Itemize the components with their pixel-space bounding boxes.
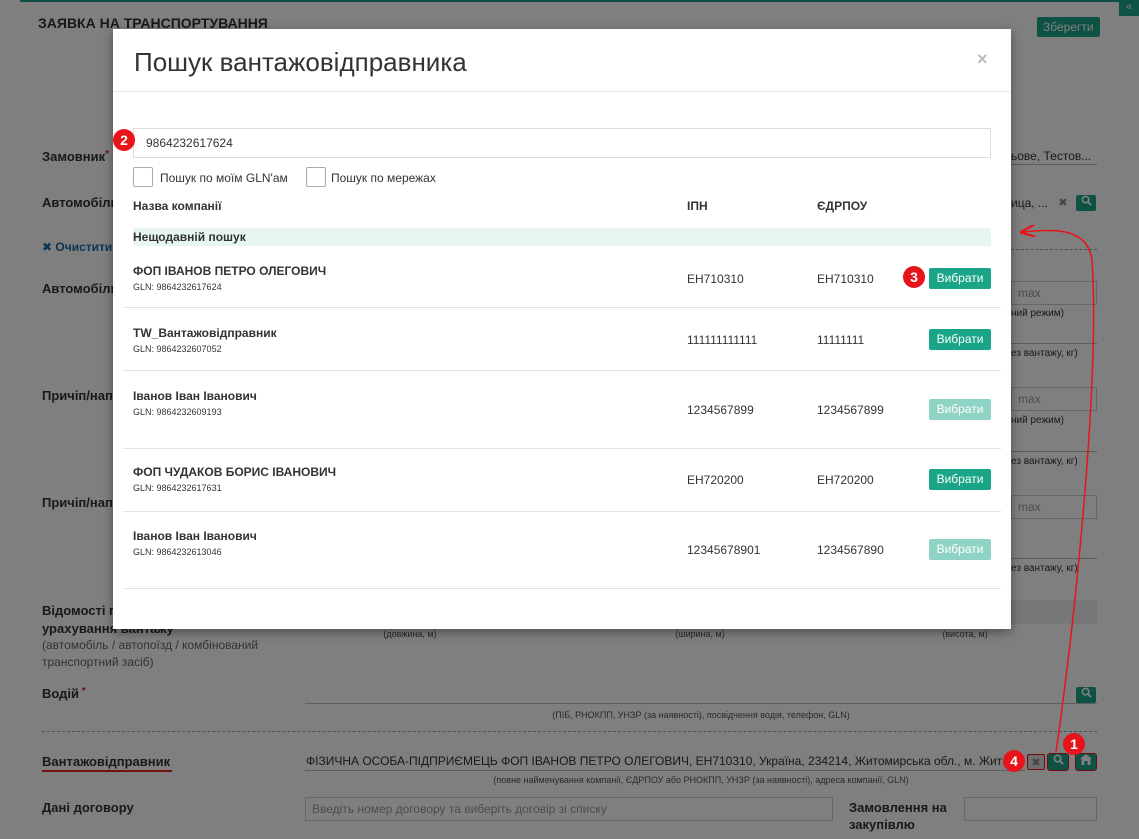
- choose-button[interactable]: Вибрати: [929, 268, 991, 289]
- company-gln: GLN: 9864232613046: [133, 547, 222, 557]
- column-header-company: Назва компанії: [133, 199, 222, 213]
- annotation-badge-2: 2: [113, 129, 135, 151]
- company-ipn: 111111111111: [687, 333, 758, 347]
- choose-button[interactable]: Вибрати: [929, 329, 991, 350]
- company-edrpou: 1234567890: [817, 543, 884, 557]
- result-row: ФОП ЧУДАКОВ БОРИС ІВАНОВИЧ GLN: 98642326…: [123, 449, 1001, 512]
- company-edrpou: ЕН710310: [817, 272, 874, 286]
- annotation-badge-1: 1: [1063, 733, 1085, 755]
- recent-search-header: Нещодавній пошук: [133, 228, 991, 246]
- column-header-edrpou: ЄДРПОУ: [817, 199, 868, 213]
- company-name: ФОП ІВАНОВ ПЕТРО ОЛЕГОВИЧ: [133, 264, 327, 278]
- checkbox-search-my-gln-label: Пошук по моїм GLN'ам: [160, 171, 288, 185]
- modal-header: Пошук вантажовідправника ×: [113, 29, 1011, 92]
- company-gln: GLN: 9864232609193: [133, 407, 222, 417]
- company-name: Іванов Іван Іванович: [133, 389, 257, 403]
- company-name: ФОП ЧУДАКОВ БОРИС ІВАНОВИЧ: [133, 465, 337, 479]
- result-row: TW_Вантажовідправник GLN: 9864232607052 …: [123, 308, 1001, 371]
- company-edrpou: ЕН720200: [817, 473, 874, 487]
- company-ipn: ЕН720200: [687, 473, 744, 487]
- result-row: ФОП ІВАНОВ ПЕТРО ОЛЕГОВИЧ GLN: 986423261…: [123, 247, 1001, 308]
- result-row: Іванов Іван Іванович GLN: 9864232613046 …: [123, 512, 1001, 589]
- annotation-badge-4: 4: [1003, 750, 1025, 772]
- modal-title: Пошук вантажовідправника: [134, 47, 467, 77]
- column-header-ipn: ІПН: [687, 199, 708, 213]
- checkbox-search-my-gln[interactable]: [133, 167, 153, 187]
- company-gln: GLN: 9864232617624: [133, 282, 222, 292]
- company-edrpou: 1234567899: [817, 403, 884, 417]
- shipper-search-modal: Пошук вантажовідправника × 9864232617624…: [113, 29, 1011, 629]
- annotation-badge-3: 3: [903, 266, 925, 288]
- choose-button-disabled[interactable]: Вибрати: [929, 539, 991, 560]
- company-gln: GLN: 9864232607052: [133, 344, 222, 354]
- checkbox-search-networks-label: Пошук по мережах: [331, 171, 436, 185]
- choose-button[interactable]: Вибрати: [929, 469, 991, 490]
- company-ipn: ЕН710310: [687, 272, 744, 286]
- company-ipn: 12345678901: [687, 543, 761, 557]
- company-edrpou: 11111111: [817, 333, 865, 347]
- company-gln: GLN: 9864232617631: [133, 483, 222, 493]
- checkbox-search-networks[interactable]: [306, 167, 326, 187]
- company-ipn: 1234567899: [687, 403, 754, 417]
- result-row: Іванов Іван Іванович GLN: 9864232609193 …: [123, 371, 1001, 449]
- search-input[interactable]: 9864232617624: [133, 128, 991, 158]
- company-name: TW_Вантажовідправник: [133, 326, 277, 340]
- close-icon[interactable]: ×: [977, 49, 988, 70]
- company-name: Іванов Іван Іванович: [133, 529, 257, 543]
- choose-button-disabled[interactable]: Вибрати: [929, 399, 991, 420]
